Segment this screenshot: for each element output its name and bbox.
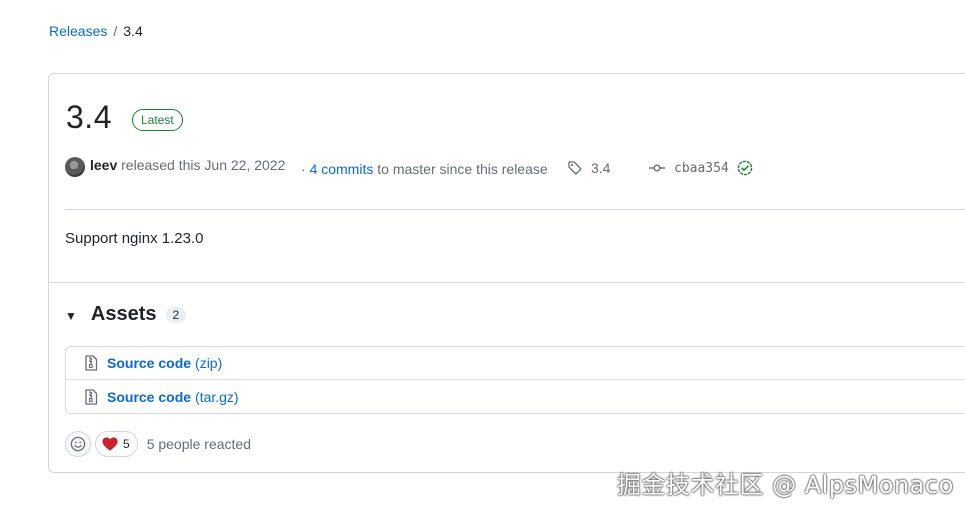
asset-name[interactable]: Source code bbox=[107, 355, 191, 371]
breadcrumb-releases-link[interactable]: Releases bbox=[49, 23, 107, 39]
author-link[interactable]: leev bbox=[90, 157, 117, 173]
watermark: 掘金技术社区 @ AlpsMonaco bbox=[617, 471, 954, 499]
reactions-summary: 5 people reacted bbox=[146, 436, 251, 452]
released-date-text: released this Jun 22, 2022 bbox=[121, 157, 286, 173]
latest-badge: Latest bbox=[131, 108, 183, 131]
tag-icon bbox=[568, 161, 582, 175]
asset-ext[interactable]: (tar.gz) bbox=[195, 389, 239, 405]
avatar[interactable] bbox=[65, 157, 85, 177]
release-header: 3.4 Latest bbox=[66, 99, 183, 136]
heart-reaction-button[interactable]: 5 bbox=[95, 431, 138, 457]
file-zip-icon bbox=[85, 388, 98, 405]
commit-link[interactable]: cbaa354 bbox=[649, 160, 762, 176]
commits-suffix: to master since this release bbox=[377, 161, 548, 177]
release-notes: Support nginx 1.23.0 bbox=[65, 230, 204, 247]
assets-toggle[interactable]: ▼ Assets 2 bbox=[65, 303, 187, 326]
breadcrumb: Releases / 3.4 bbox=[49, 23, 143, 39]
assets-title: Assets bbox=[90, 303, 157, 325]
asset-ext[interactable]: (zip) bbox=[195, 355, 222, 371]
reactions-bar: 5 5 people reacted bbox=[65, 431, 251, 457]
breadcrumb-separator: / bbox=[113, 23, 118, 39]
commits-info: · 4 commits to master since this release bbox=[301, 161, 548, 177]
assets-count-badge: 2 bbox=[165, 306, 187, 323]
divider bbox=[65, 209, 965, 210]
triangle-down-icon: ▼ bbox=[65, 309, 77, 323]
divider bbox=[49, 282, 965, 283]
release-meta: leev released this Jun 22, 2022 · 4 comm… bbox=[65, 156, 765, 180]
heart-count: 5 bbox=[123, 437, 130, 451]
commit-hash: cbaa354 bbox=[674, 160, 729, 176]
breadcrumb-current: 3.4 bbox=[123, 23, 143, 39]
commits-prefix: · bbox=[301, 161, 306, 177]
smiley-icon bbox=[70, 436, 86, 452]
asset-item-zip[interactable]: Source code (zip) bbox=[66, 347, 965, 380]
release-author-line: leev released this Jun 22, 2022 bbox=[90, 157, 285, 173]
verified-check-icon[interactable] bbox=[737, 160, 753, 176]
assets-list: Source code (zip) Source code (tar.gz) bbox=[65, 346, 965, 414]
git-commit-icon bbox=[649, 164, 665, 172]
release-card: 3.4 Latest leev released this Jun 22, 20… bbox=[48, 73, 965, 473]
tag-name: 3.4 bbox=[591, 160, 611, 176]
file-zip-icon bbox=[85, 355, 98, 371]
add-reaction-button[interactable] bbox=[65, 431, 91, 457]
release-title[interactable]: 3.4 bbox=[66, 99, 112, 136]
asset-name[interactable]: Source code bbox=[107, 389, 191, 405]
tag-link[interactable]: 3.4 bbox=[567, 160, 610, 176]
asset-item-tar-gz[interactable]: Source code (tar.gz) bbox=[66, 380, 965, 413]
commits-link[interactable]: 4 commits bbox=[310, 161, 374, 177]
heart-icon bbox=[102, 437, 118, 451]
